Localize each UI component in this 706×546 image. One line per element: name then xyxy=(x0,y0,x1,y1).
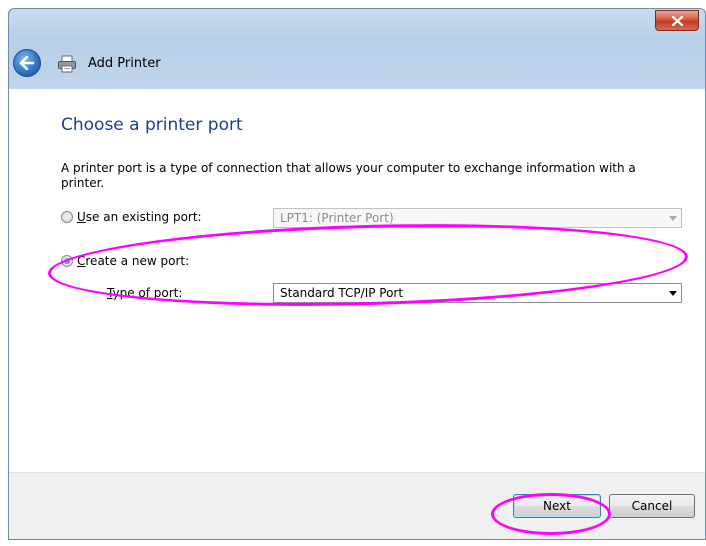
existing-port-radio[interactable] xyxy=(61,211,73,223)
back-arrow-icon xyxy=(19,56,35,70)
port-type-value: Standard TCP/IP Port xyxy=(280,286,404,300)
existing-port-label: Use an existing port: xyxy=(77,210,202,224)
close-icon xyxy=(671,15,683,26)
title-bar xyxy=(9,9,705,37)
wizard-content: Choose a printer port A printer port is … xyxy=(9,89,705,472)
add-printer-window: Add Printer Choose a printer port A prin… xyxy=(8,8,706,540)
wizard-header: Add Printer xyxy=(9,43,705,87)
page-description: A printer port is a type of connection t… xyxy=(61,161,636,190)
existing-port-option[interactable]: Use an existing port: xyxy=(61,210,202,224)
window-title: Add Printer xyxy=(88,56,161,71)
wizard-footer: Next Cancel xyxy=(9,472,705,539)
new-port-radio[interactable] xyxy=(61,255,73,267)
page-title: Choose a printer port xyxy=(61,115,243,135)
existing-port-select[interactable]: LPT1: (Printer Port) xyxy=(273,208,682,228)
close-button[interactable] xyxy=(655,10,699,31)
new-port-option[interactable]: Create a new port: xyxy=(61,254,189,268)
next-button[interactable]: Next xyxy=(513,494,601,518)
chevron-down-icon xyxy=(669,216,677,221)
port-type-select[interactable]: Standard TCP/IP Port xyxy=(273,283,682,303)
back-button[interactable] xyxy=(13,49,41,77)
printer-icon xyxy=(58,55,76,73)
new-port-label: Create a new port: xyxy=(77,254,190,268)
existing-port-value: LPT1: (Printer Port) xyxy=(280,211,394,225)
port-type-label: Type of port: xyxy=(107,286,183,300)
cancel-button[interactable]: Cancel xyxy=(609,494,695,518)
chevron-down-icon xyxy=(669,291,677,296)
